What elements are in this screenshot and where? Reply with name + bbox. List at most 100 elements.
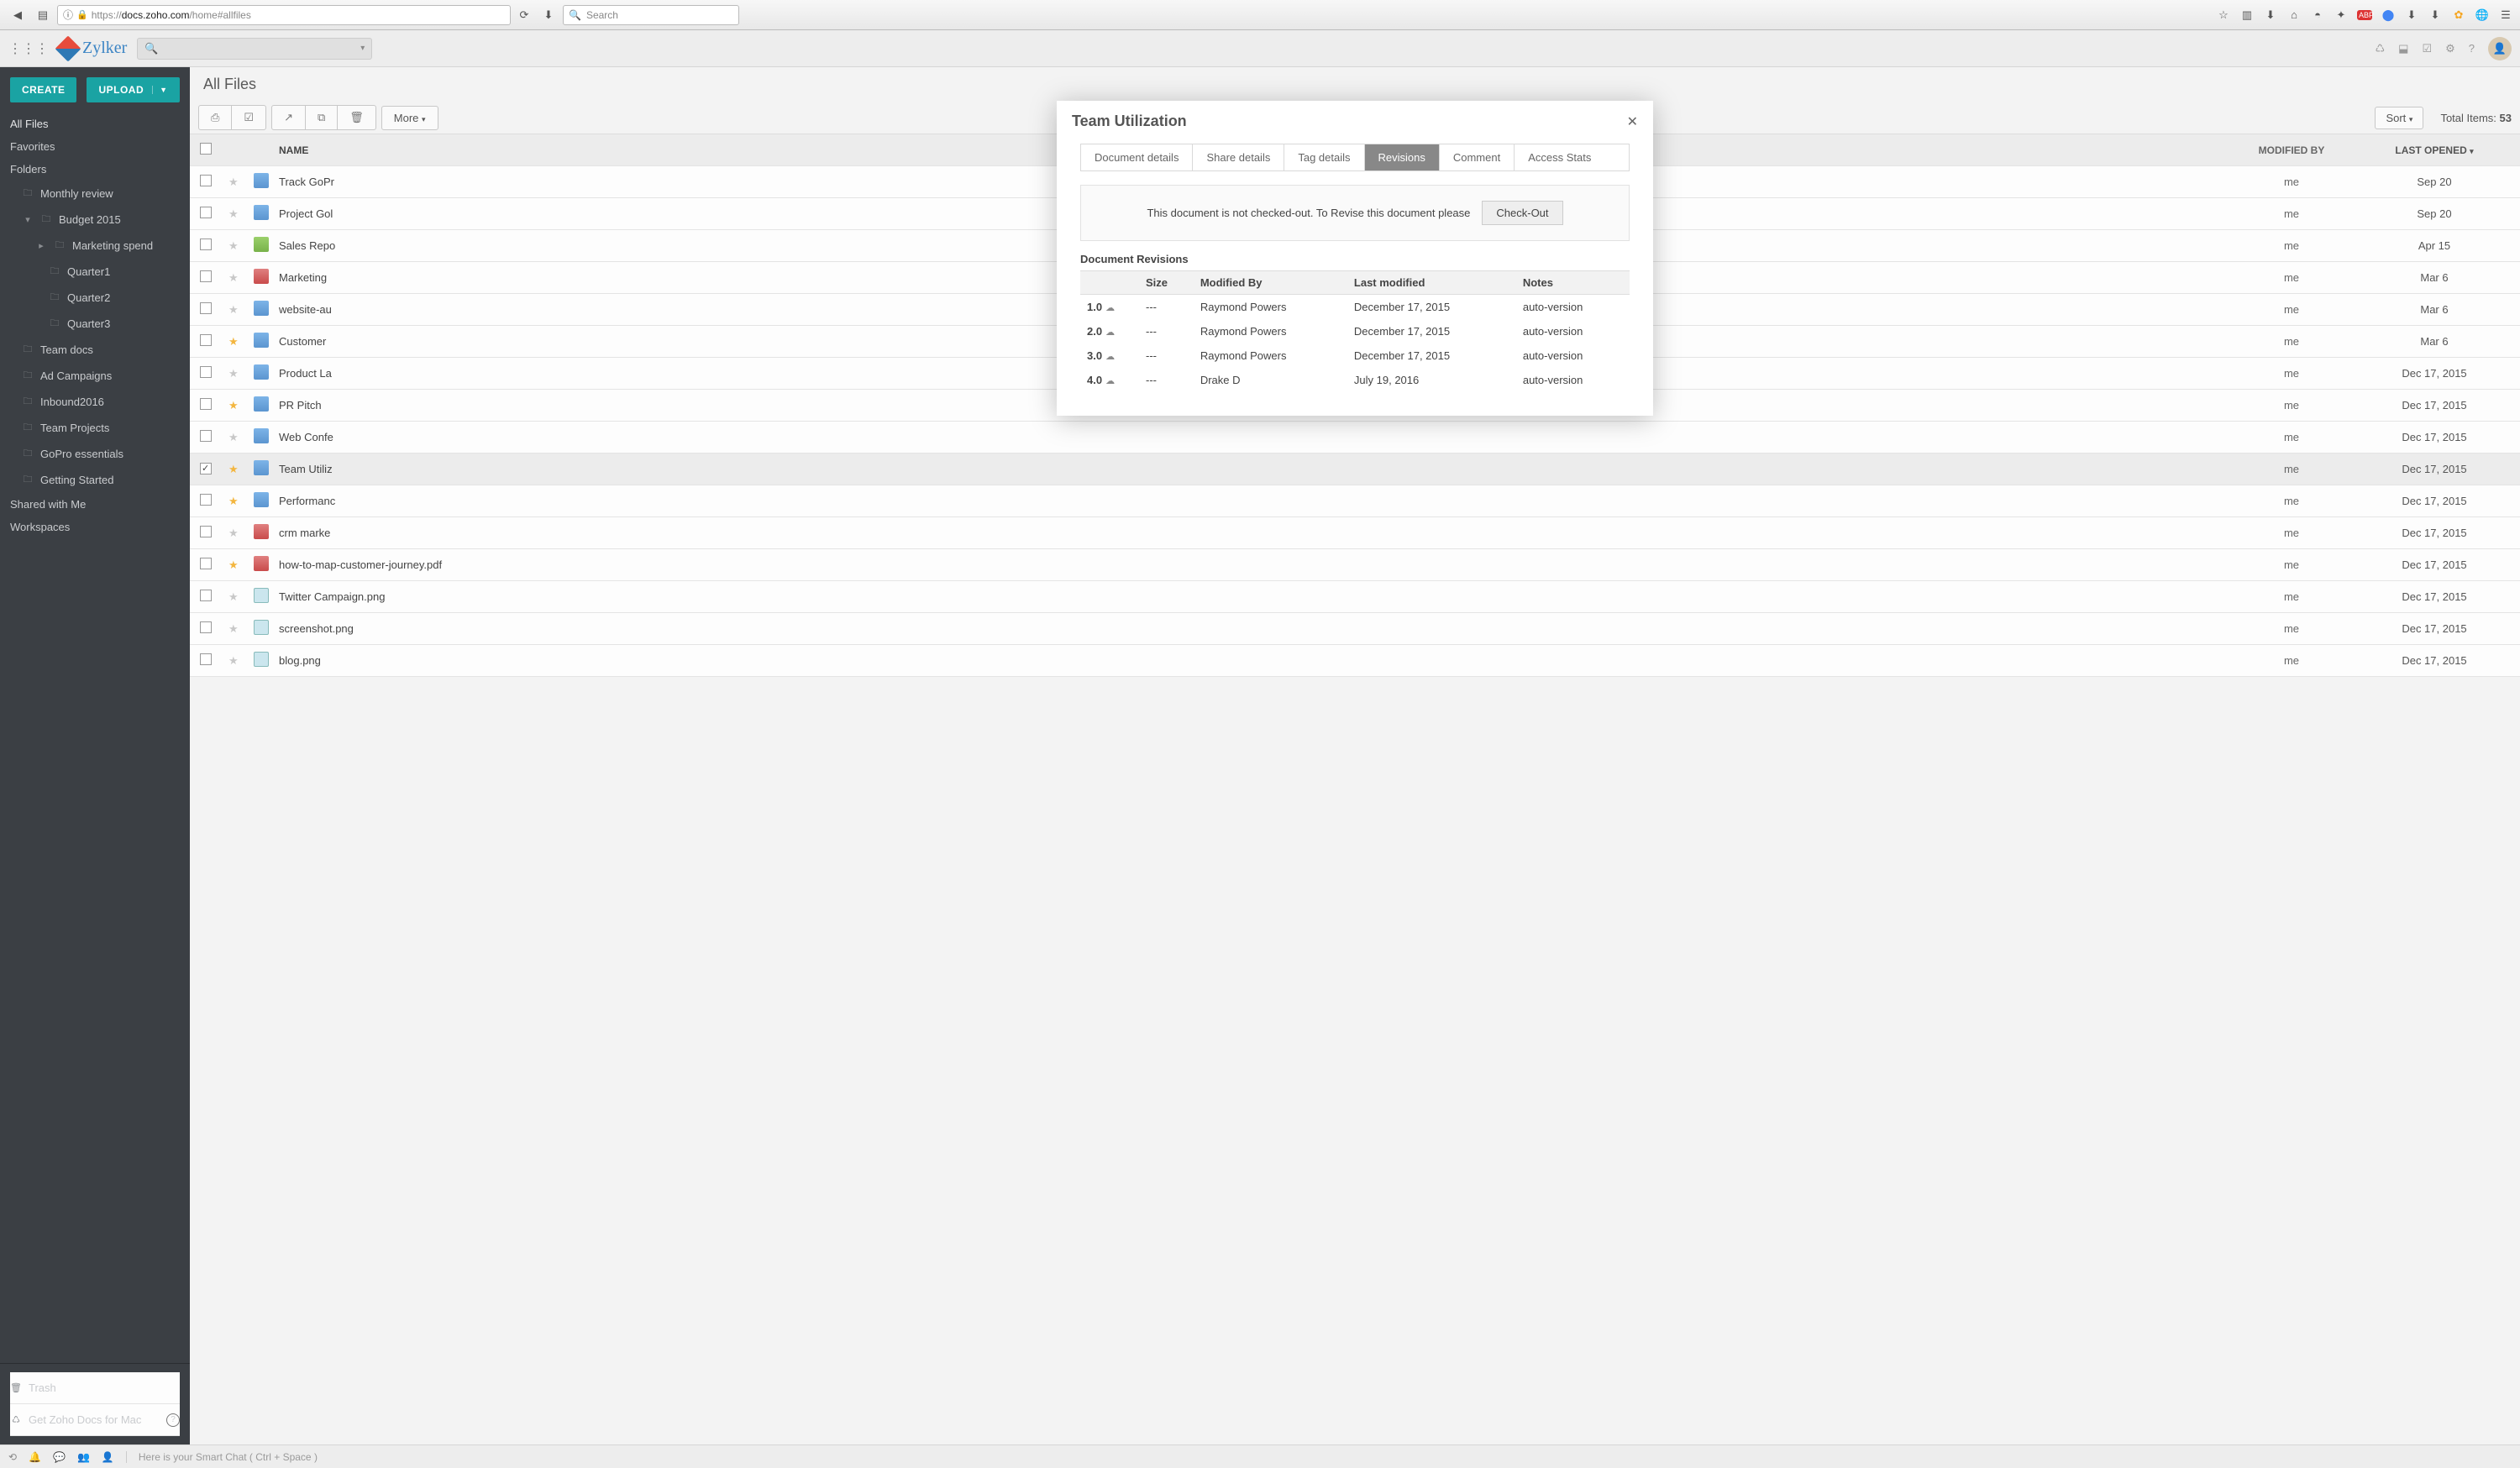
more-button[interactable]: More ▾	[381, 106, 438, 130]
ext2-icon[interactable]: ⬤	[2381, 8, 2396, 22]
star-icon[interactable]: ☆	[2216, 8, 2231, 22]
apps-grid-icon[interactable]: ⋮⋮⋮	[8, 40, 49, 57]
revision-row[interactable]: 1.0☁---Raymond PowersDecember 17, 2015au…	[1080, 295, 1630, 320]
star-icon[interactable]: ★	[228, 367, 254, 380]
star-icon[interactable]: ★	[228, 207, 254, 221]
avatar[interactable]: 👤	[2488, 37, 2512, 60]
star-icon[interactable]: ★	[228, 335, 254, 349]
file-name[interactable]: Team Utiliz	[279, 463, 2224, 475]
pocket-icon[interactable]: ◓	[2310, 8, 2325, 21]
row-checkbox[interactable]	[200, 334, 212, 346]
row-checkbox[interactable]	[200, 590, 212, 601]
sidebar-team-projects[interactable]: 🗀Team Projects	[0, 415, 190, 441]
url-bar[interactable]: ⓘ 🔒 https://docs.zoho.com/home#allfiles	[57, 5, 511, 25]
col-modified-by[interactable]: MODIFIED BY	[2224, 144, 2359, 156]
sidebar-favorites[interactable]: Favorites	[0, 135, 190, 158]
sidebar-quarter1[interactable]: 🗀Quarter1	[0, 259, 190, 285]
tasks-icon[interactable]: ☑	[2422, 42, 2432, 55]
sidebar-all-files[interactable]: All Files	[0, 113, 190, 135]
sidebar-shared[interactable]: Shared with Me	[0, 493, 190, 516]
tb-favorite-icon[interactable]: ☑	[232, 106, 265, 129]
chat-icon[interactable]: 💬	[53, 1451, 66, 1463]
help-icon[interactable]: ?	[2469, 42, 2475, 55]
sort-button[interactable]: Sort ▾	[2375, 107, 2423, 129]
hamburger-icon[interactable]: ☰	[2498, 8, 2513, 22]
row-checkbox[interactable]	[200, 463, 212, 474]
status-icon[interactable]: ⟲	[8, 1451, 17, 1463]
abp-icon[interactable]: ABP	[2357, 10, 2372, 20]
file-name[interactable]: Performanc	[279, 495, 2224, 507]
table-row[interactable]: ★PerformancmeDec 17, 2015	[190, 485, 2520, 517]
row-checkbox[interactable]	[200, 398, 212, 410]
star-icon[interactable]: ★	[228, 399, 254, 412]
table-row[interactable]: ★crm markemeDec 17, 2015	[190, 517, 2520, 549]
tb-delete-icon[interactable]: 🗑	[338, 106, 375, 129]
sidebar-gopro[interactable]: 🗀GoPro essentials	[0, 441, 190, 467]
ext3-icon[interactable]: ⬇	[2404, 8, 2419, 22]
revision-row[interactable]: 2.0☁---Raymond PowersDecember 17, 2015au…	[1080, 319, 1630, 343]
row-checkbox[interactable]	[200, 526, 212, 537]
file-name[interactable]: crm marke	[279, 527, 2224, 539]
sidebar-trash[interactable]: 🗑Trash	[10, 1372, 180, 1404]
app-search[interactable]: 🔍 ▾	[137, 38, 372, 60]
back-button[interactable]: ◀	[7, 6, 29, 24]
row-checkbox[interactable]	[200, 366, 212, 378]
star-icon[interactable]: ★	[228, 271, 254, 285]
ext5-icon[interactable]: ✿	[2451, 8, 2466, 22]
user-icon[interactable]: 👤	[102, 1451, 114, 1463]
row-checkbox[interactable]	[200, 653, 212, 665]
sync-icon[interactable]: ♺	[2376, 42, 2386, 55]
smart-chat-hint[interactable]: Here is your Smart Chat ( Ctrl + Space )	[126, 1451, 318, 1463]
gear-icon[interactable]: ⚙	[2445, 42, 2455, 55]
star-icon[interactable]: ★	[228, 463, 254, 476]
star-icon[interactable]: ★	[228, 431, 254, 444]
table-row[interactable]: ★Web ConfemeDec 17, 2015	[190, 422, 2520, 454]
tb-download-icon[interactable]: ⎙	[199, 106, 232, 129]
library-icon[interactable]: ▥	[2239, 8, 2255, 22]
browser-search[interactable]: 🔍 Search	[563, 5, 739, 25]
star-icon[interactable]: ★	[228, 558, 254, 572]
row-checkbox[interactable]	[200, 430, 212, 442]
row-checkbox[interactable]	[200, 270, 212, 282]
ext6-icon[interactable]: 🌐	[2475, 8, 2490, 22]
star-icon[interactable]: ★	[228, 622, 254, 636]
revision-row[interactable]: 4.0☁---Drake DJuly 19, 2016auto-version	[1080, 368, 1630, 392]
tab-tag-details[interactable]: Tag details	[1284, 144, 1364, 170]
row-checkbox[interactable]	[200, 494, 212, 506]
ext4-icon[interactable]: ⬇	[2428, 8, 2443, 22]
sidebar-workspaces[interactable]: Workspaces	[0, 516, 190, 538]
row-checkbox[interactable]	[200, 175, 212, 186]
download-icon[interactable]: ⬇	[538, 6, 559, 24]
ext-icon[interactable]: ✦	[2334, 8, 2349, 22]
sidebar-quarter2[interactable]: 🗀Quarter2	[0, 285, 190, 311]
sidebar-folders[interactable]: Folders	[0, 158, 190, 181]
sidebar-quarter3[interactable]: 🗀Quarter3	[0, 311, 190, 337]
sidebar-monthly-review[interactable]: 🗀Monthly review	[0, 181, 190, 207]
file-name[interactable]: screenshot.png	[279, 622, 2224, 635]
sidebar-budget-2015[interactable]: ▾🗀Budget 2015	[0, 207, 190, 233]
brand-logo[interactable]: Zylker	[59, 39, 127, 58]
tab-revisions[interactable]: Revisions	[1365, 144, 1440, 170]
star-icon[interactable]: ★	[228, 527, 254, 540]
tab-comment[interactable]: Comment	[1440, 144, 1515, 170]
sidebar-toggle-icon[interactable]: ▤	[32, 6, 54, 24]
row-checkbox[interactable]	[200, 558, 212, 569]
star-icon[interactable]: ★	[228, 654, 254, 668]
sidebar-get-mac[interactable]: ♺Get Zoho Docs for Mac?	[10, 1404, 180, 1436]
table-row[interactable]: ★screenshot.pngmeDec 17, 2015	[190, 613, 2520, 645]
tab-document-details[interactable]: Document details	[1081, 144, 1193, 170]
star-icon[interactable]: ★	[228, 239, 254, 253]
tab-share-details[interactable]: Share details	[1193, 144, 1284, 170]
sidebar-marketing-spend[interactable]: ▸🗀Marketing spend	[0, 233, 190, 259]
file-name[interactable]: Web Confe	[279, 431, 2224, 443]
row-checkbox[interactable]	[200, 621, 212, 633]
table-row[interactable]: ★blog.pngmeDec 17, 2015	[190, 645, 2520, 677]
table-row[interactable]: ★Twitter Campaign.pngmeDec 17, 2015	[190, 581, 2520, 613]
sidebar-team-docs[interactable]: 🗀Team docs	[0, 337, 190, 363]
select-all-checkbox[interactable]	[200, 143, 212, 155]
star-icon[interactable]: ★	[228, 176, 254, 189]
checkout-button[interactable]: Check-Out	[1482, 201, 1562, 225]
help-icon[interactable]: ?	[166, 1413, 180, 1427]
revision-row[interactable]: 3.0☁---Raymond PowersDecember 17, 2015au…	[1080, 343, 1630, 368]
bell-icon[interactable]: 🔔	[29, 1451, 41, 1463]
